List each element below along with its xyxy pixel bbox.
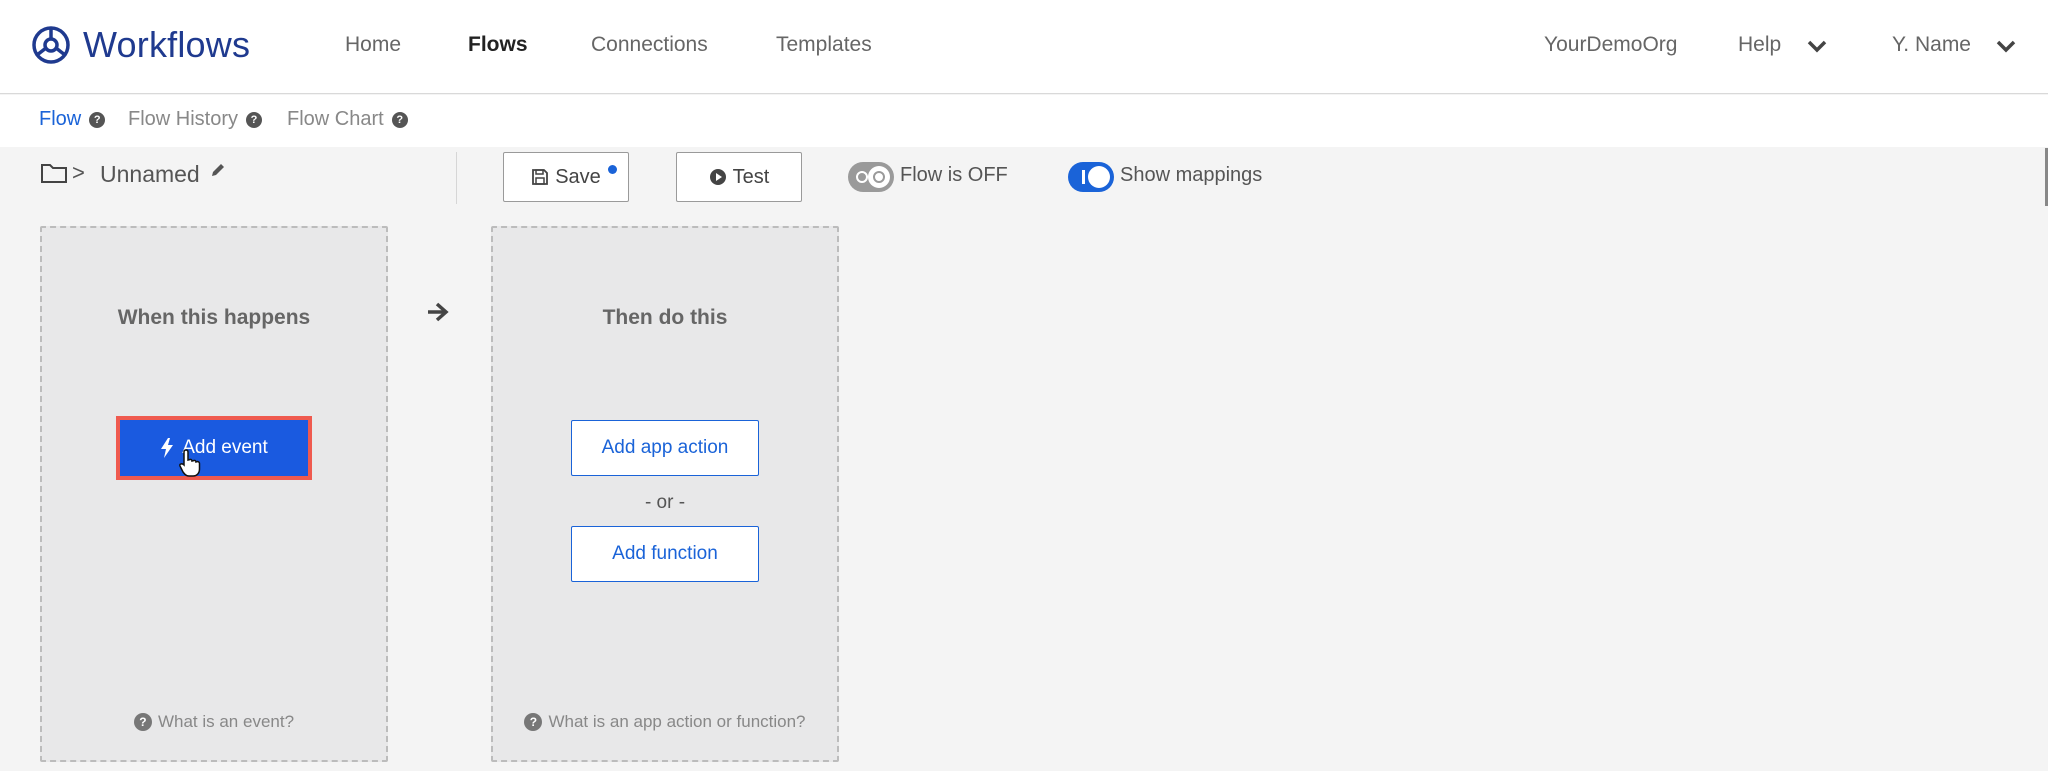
folder-icon[interactable] xyxy=(40,162,68,184)
flow-toolbar: > Unnamed Save Test Flow is OFF Show map… xyxy=(0,148,2048,212)
add-event-button[interactable]: Add event xyxy=(120,420,308,476)
help-icon[interactable]: ? xyxy=(391,111,408,128)
tab-flow-history-label: Flow History xyxy=(128,108,239,130)
trigger-card: When this happens Add event ? What is an… xyxy=(40,226,388,762)
workflows-logo-icon xyxy=(32,26,70,64)
tab-flow-chart-label: Flow Chart xyxy=(287,108,384,130)
action-card: Then do this Add app action - or - Add f… xyxy=(491,226,839,762)
help-icon: ? xyxy=(133,713,152,731)
app-title: Workflows xyxy=(83,24,251,65)
lightning-icon xyxy=(161,438,174,458)
arrow-right-icon xyxy=(428,302,449,322)
tab-flow[interactable]: Flow ? xyxy=(39,108,106,131)
what-is-app-action-link[interactable]: ? What is an app action or function? xyxy=(493,712,837,732)
tab-flow-label: Flow xyxy=(39,108,82,130)
save-icon xyxy=(532,169,549,185)
pencil-icon[interactable] xyxy=(210,162,226,178)
what-is-event-label: What is an event? xyxy=(157,712,295,731)
help-icon[interactable]: ? xyxy=(246,111,263,128)
play-icon xyxy=(709,169,726,185)
help-icon[interactable]: ? xyxy=(89,111,106,128)
chevron-down-icon[interactable] xyxy=(1995,38,2017,54)
tab-flow-chart[interactable]: Flow Chart ? xyxy=(287,108,408,131)
show-mappings-toggle[interactable] xyxy=(1068,162,1114,192)
nav-org[interactable]: YourDemoOrg xyxy=(1544,33,1677,57)
save-button-label: Save xyxy=(555,165,601,188)
save-button[interactable]: Save xyxy=(503,152,629,202)
add-app-action-button[interactable]: Add app action xyxy=(571,420,759,476)
or-separator: - or - xyxy=(644,492,686,513)
nav-flows[interactable]: Flows xyxy=(468,33,528,57)
hand-cursor-icon xyxy=(179,449,201,477)
help-icon: ? xyxy=(524,713,543,731)
flow-status-label: Flow is OFF xyxy=(900,164,1008,186)
test-button[interactable]: Test xyxy=(676,152,802,202)
flow-on-off-toggle[interactable] xyxy=(848,162,894,192)
nav-connections[interactable]: Connections xyxy=(591,33,708,57)
sub-tabs: Flow ? Flow History ? Flow Chart ? xyxy=(0,95,2048,147)
brand[interactable]: Workflows xyxy=(31,24,250,66)
what-is-app-action-label: What is an app action or function? xyxy=(548,712,806,731)
nav-help[interactable]: Help xyxy=(1738,33,1781,57)
nav-home[interactable]: Home xyxy=(345,33,401,57)
toolbar-divider xyxy=(456,152,457,204)
unsaved-indicator xyxy=(608,165,617,174)
tab-flow-history[interactable]: Flow History ? xyxy=(128,108,263,131)
flow-name[interactable]: Unnamed xyxy=(100,161,200,188)
add-function-button[interactable]: Add function xyxy=(571,526,759,582)
show-mappings-label: Show mappings xyxy=(1120,164,1263,186)
action-card-title: Then do this xyxy=(602,306,728,329)
top-nav: Workflows Home Flows Connections Templat… xyxy=(0,0,2048,94)
breadcrumb-separator: > xyxy=(72,160,85,185)
trigger-card-title: When this happens xyxy=(117,306,311,329)
test-button-label: Test xyxy=(732,165,770,188)
nav-templates[interactable]: Templates xyxy=(776,33,872,57)
nav-user-menu[interactable]: Y. Name xyxy=(1892,33,1971,57)
add-event-highlight: Add event xyxy=(116,416,312,480)
chevron-down-icon[interactable] xyxy=(1806,38,1828,54)
what-is-event-link[interactable]: ? What is an event? xyxy=(42,712,386,732)
